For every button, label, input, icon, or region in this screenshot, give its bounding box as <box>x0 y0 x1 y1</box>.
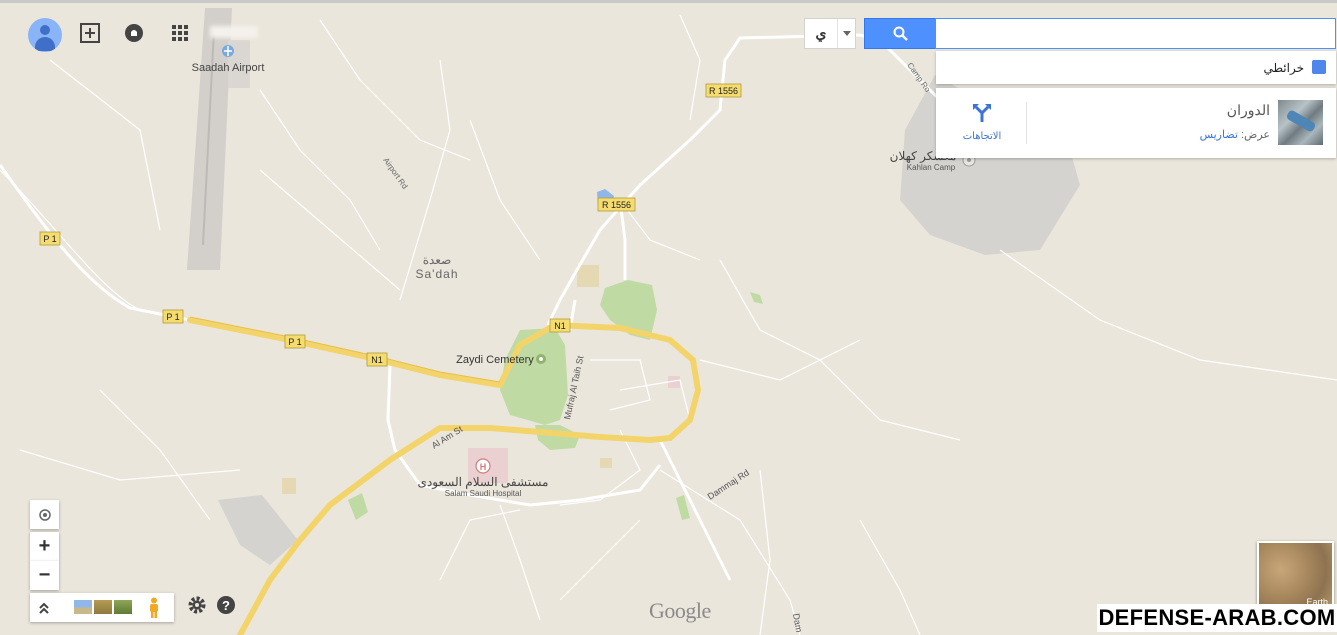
help-icon[interactable]: ? <box>216 595 236 620</box>
label-airport: Saadah Airport <box>192 62 265 74</box>
shield-p1-b-label: P 1 <box>166 312 179 322</box>
settings-gear-icon[interactable] <box>187 595 207 620</box>
apps-grid-icon[interactable] <box>168 18 192 48</box>
zoom-in-button[interactable]: + <box>30 532 59 561</box>
earth-view-toggle[interactable]: Earth <box>1257 541 1334 611</box>
shield-p1-a: P 1 <box>39 231 61 246</box>
label-dammaj-cut: Dam <box>791 613 804 633</box>
search-button[interactable] <box>864 18 936 49</box>
hospital-icon: H <box>475 458 491 474</box>
label-dammaj: Dammaj Rd <box>706 467 751 501</box>
language-selector[interactable]: ي <box>804 18 856 49</box>
shield-r1556-a: R 1556 <box>705 83 742 98</box>
redacted-area <box>210 26 258 38</box>
shield-p1-b: P 1 <box>162 309 184 324</box>
suggestion-my-maps[interactable]: خرائطي <box>936 51 1336 84</box>
label-hospital-ar: مستشفى السلام السعودى <box>418 475 549 489</box>
expand-icon[interactable] <box>35 599 53 617</box>
my-maps-icon <box>1312 60 1326 74</box>
park-small-1 <box>348 493 368 520</box>
airport-icon <box>222 45 234 57</box>
google-logo: Google <box>649 598 711 623</box>
zoom-out-button[interactable]: − <box>30 561 59 590</box>
block-tan-1 <box>577 265 599 287</box>
block-tan-3 <box>600 458 612 468</box>
label-city-ar: صعدة <box>423 253 452 267</box>
imagery-thumb-field[interactable] <box>94 600 112 614</box>
label-camp-road: Camp Ro <box>905 61 932 94</box>
imagery-bar <box>30 593 174 622</box>
directions-button[interactable]: الاتجاهات <box>958 102 1006 142</box>
shield-r1556-a-label: R 1556 <box>709 86 738 96</box>
imagery-thumb-grass[interactable] <box>114 600 132 614</box>
park-small-3 <box>750 292 763 304</box>
imagery-thumbnails <box>74 600 132 614</box>
shield-p1-c: P 1 <box>284 334 306 349</box>
label-kahlan-en: Kahlan Camp <box>907 163 956 172</box>
cemetery-park <box>500 328 568 425</box>
cemetery-icon <box>536 354 546 364</box>
watermark: DEFENSE-ARAB.COM <box>1097 604 1337 632</box>
block-tan-2 <box>282 478 296 494</box>
map-labels: Saadah Airport Airport Rd صعدة Sa'dah Za… <box>192 61 957 633</box>
label-airport-rd: Airport Rd <box>381 156 409 191</box>
add-place-icon[interactable] <box>78 18 102 48</box>
label-cemetery: Zaydi Cemetery <box>456 354 534 366</box>
white-roads <box>0 33 962 581</box>
account-avatar-icon[interactable] <box>28 18 62 52</box>
search-icon <box>893 26 908 41</box>
language-label: ي <box>805 19 838 48</box>
shield-r1556-b: R 1556 <box>597 197 636 212</box>
shield-n1-a: N1 <box>366 352 388 367</box>
result-card[interactable]: الدوران عرض: تضاريس الاتجاهات <box>936 88 1336 158</box>
result-name: الدوران <box>1226 102 1270 118</box>
directions-icon <box>973 104 991 122</box>
terrain-link[interactable]: تضاريس <box>1200 129 1238 141</box>
chevron-down-icon <box>838 19 855 48</box>
label-city-en: Sa'dah <box>416 267 459 281</box>
view-prefix: عرض: <box>1241 129 1270 141</box>
notifications-icon[interactable] <box>122 18 146 48</box>
shield-p1-c-label: P 1 <box>288 337 301 347</box>
shield-p1-a-label: P 1 <box>43 234 56 244</box>
result-view: عرض: تضاريس <box>1200 128 1270 141</box>
my-location-button[interactable] <box>30 500 59 529</box>
label-hospital-en: Salam Saudi Hospital <box>445 489 522 498</box>
directions-label: الاتجاهات <box>962 131 1002 142</box>
location-target-icon <box>38 508 51 521</box>
shield-r1556-b-label: R 1556 <box>602 200 631 210</box>
main-roads-outline <box>189 316 501 383</box>
search-input[interactable] <box>935 18 1336 49</box>
suggestion-label: خرائطي <box>1263 61 1304 75</box>
pegman-icon[interactable] <box>148 597 160 623</box>
shield-n1-b: N1 <box>549 318 571 333</box>
svg-text:H: H <box>480 462 487 472</box>
result-thumbnail[interactable] <box>1278 100 1323 145</box>
card-divider <box>1026 102 1027 144</box>
shield-n1-a-label: N1 <box>371 355 383 365</box>
shield-n1-b-label: N1 <box>554 321 566 331</box>
top-border <box>0 0 1337 3</box>
imagery-thumb-sky[interactable] <box>74 600 92 614</box>
svg-text:?: ? <box>222 598 230 613</box>
